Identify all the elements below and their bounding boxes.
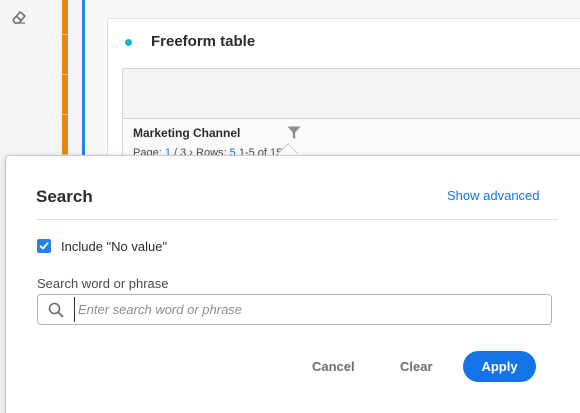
clear-button[interactable]: Clear xyxy=(400,359,433,374)
search-box[interactable] xyxy=(37,294,552,325)
search-input[interactable] xyxy=(74,297,544,322)
cancel-button[interactable]: Cancel xyxy=(312,359,355,374)
panel-status-dot xyxy=(125,39,132,46)
table-header-row xyxy=(123,69,580,119)
include-no-value-label[interactable]: Include "No value" xyxy=(61,239,167,254)
apply-button[interactable]: Apply xyxy=(463,351,536,382)
search-field-label: Search word or phrase xyxy=(37,276,169,291)
funnel-icon[interactable] xyxy=(287,126,301,140)
popover-title: Search xyxy=(36,187,93,206)
include-no-value-checkbox[interactable] xyxy=(37,239,51,253)
panel-title: Freeform table xyxy=(151,33,256,50)
eraser-icon[interactable] xyxy=(10,8,28,26)
column-header-marketing-channel[interactable]: Marketing Channel xyxy=(133,126,240,140)
show-advanced-link[interactable]: Show advanced xyxy=(447,188,540,203)
checkmark-icon xyxy=(39,242,49,250)
search-popover: Search Show advanced Include "No value" … xyxy=(5,155,580,413)
search-icon xyxy=(48,302,64,318)
popover-divider xyxy=(36,219,558,220)
